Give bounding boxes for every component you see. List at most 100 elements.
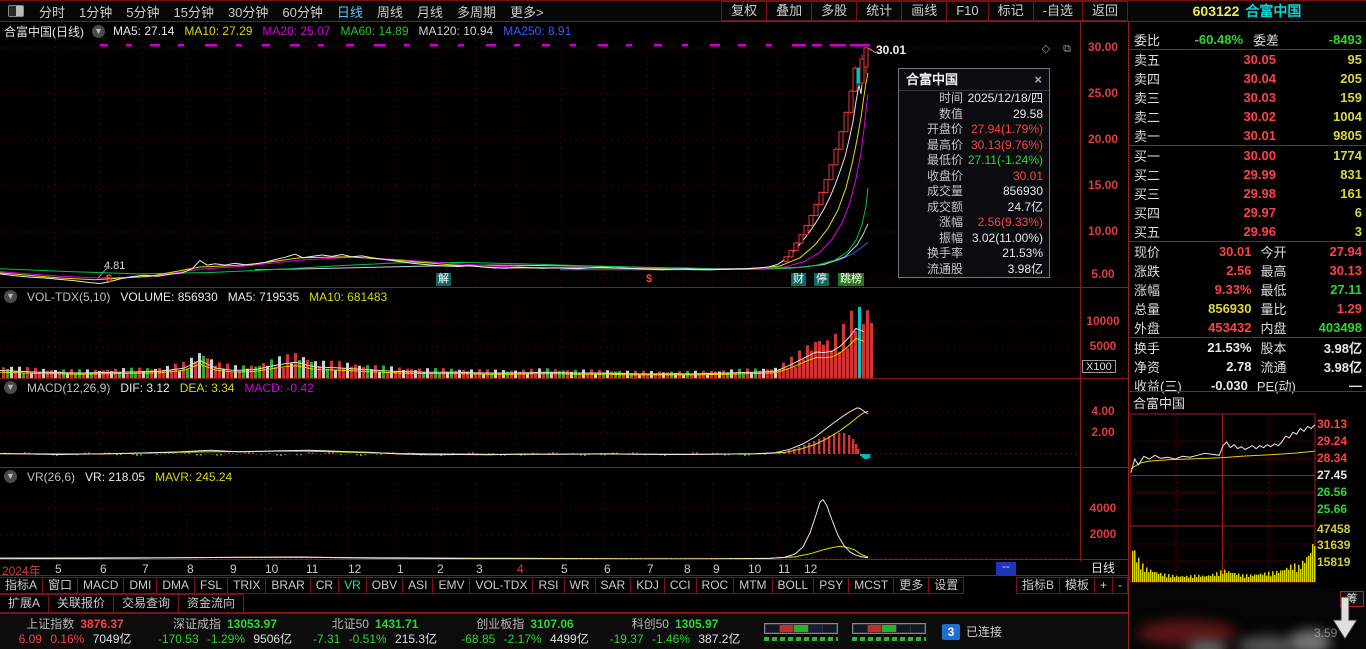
- macd-chart[interactable]: [0, 395, 1128, 468]
- indicator-tab[interactable]: EMV: [432, 577, 471, 594]
- bid-row[interactable]: 买二 29.99 831: [1129, 165, 1366, 184]
- connection-badge[interactable]: 3: [942, 623, 960, 640]
- share-stats: 换手 21.53% 股本 3.98亿 净资 2.78 流通 3.98亿 收益(三…: [1129, 338, 1366, 395]
- indicator-tab[interactable]: RSI: [532, 577, 565, 594]
- indicator-tab[interactable]: PSY: [813, 577, 850, 594]
- indicator-tab-right[interactable]: 模板: [1058, 577, 1095, 594]
- chart-corner-icons[interactable]: ◇ ⧉: [1042, 42, 1076, 56]
- window-toggle-icon[interactable]: [8, 5, 24, 17]
- indicator-tab[interactable]: VOL-TDX: [469, 577, 534, 594]
- bid-row[interactable]: 买三 29.98 161: [1129, 184, 1366, 203]
- index-quote[interactable]: 创业板指 3107.06 -68.85 -2.17% 4499亿: [450, 617, 600, 647]
- indicator-tab[interactable]: KDJ: [630, 577, 665, 594]
- indicator-tab[interactable]: OBV: [365, 577, 404, 594]
- ask-row[interactable]: 卖三 30.03 159: [1129, 88, 1366, 107]
- close-icon[interactable]: ×: [1034, 69, 1042, 90]
- event-marker[interactable]: 财: [791, 273, 806, 286]
- period-menu-item[interactable]: 周线: [370, 2, 410, 21]
- chevron-down-icon[interactable]: ▼: [4, 381, 17, 394]
- extension-tab[interactable]: 扩展A: [0, 594, 50, 613]
- indicator-tab[interactable]: FSL: [194, 577, 229, 594]
- bid-row[interactable]: 买五 29.96 3: [1129, 222, 1366, 241]
- stat-label-2: 最低: [1260, 283, 1287, 298]
- indicator-tab-right[interactable]: +: [1093, 577, 1113, 594]
- period-menu-item[interactable]: 60分钟: [275, 2, 329, 21]
- indicator-tab[interactable]: VR: [338, 577, 367, 594]
- indicator-tab[interactable]: 窗口: [42, 577, 79, 594]
- date-axis[interactable]: 2024年 5 6 7 8 9 10 11 12 1 2 3 4 5 6 7 8 9 10 11 12 --: [0, 561, 1128, 578]
- period-menu-item[interactable]: 月线: [410, 2, 450, 21]
- tool-menu-item[interactable]: 复权: [721, 1, 768, 21]
- popup-row-label: 最高价: [926, 137, 963, 152]
- indicator-tab[interactable]: 更多: [893, 577, 930, 594]
- indicator-tab-right[interactable]: 指标B: [1015, 577, 1060, 594]
- index-quote[interactable]: 深证成指 13053.97 -170.53 -1.29% 9506亿: [150, 617, 300, 647]
- indicator-tab[interactable]: 指标A: [0, 577, 44, 594]
- indicator-tab[interactable]: SAR: [594, 577, 632, 594]
- period-menu-item[interactable]: 15分钟: [166, 2, 220, 21]
- event-marker[interactable]: $: [106, 273, 112, 286]
- tool-menu-item[interactable]: F10: [946, 1, 989, 21]
- tool-menu-item[interactable]: 叠加: [766, 1, 813, 21]
- extension-tab[interactable]: 交易查询: [113, 594, 180, 613]
- indicator-tab[interactable]: ROC: [695, 577, 735, 594]
- ask-row[interactable]: 卖一 30.01 9805: [1129, 126, 1366, 145]
- index-quote[interactable]: 北证50 1431.71 -7.31 -0.51% 215.3亿: [300, 617, 450, 647]
- chevron-down-icon[interactable]: ▼: [4, 470, 17, 483]
- extension-tab[interactable]: 资金流向: [178, 594, 245, 613]
- event-marker[interactable]: 停: [814, 273, 829, 286]
- indicator-tab[interactable]: BRAR: [265, 577, 311, 594]
- tool-menu-item[interactable]: 返回: [1081, 1, 1128, 21]
- indicator-tab[interactable]: BOLL: [771, 577, 815, 594]
- date-axis-label: 6: [100, 562, 107, 576]
- event-marker[interactable]: 解: [436, 273, 451, 286]
- indicator-tab[interactable]: MTM: [733, 577, 773, 594]
- period-menu-item[interactable]: 5分钟: [119, 2, 166, 21]
- period-menu-item[interactable]: 分时: [32, 2, 72, 21]
- extension-tab[interactable]: 关联报价: [48, 594, 115, 613]
- indicator-tab[interactable]: 设置: [928, 577, 965, 594]
- indicator-tab[interactable]: ASI: [402, 577, 434, 594]
- event-marker[interactable]: 跳榜: [838, 273, 864, 286]
- indicator-tab[interactable]: MCST: [848, 577, 895, 594]
- date-axis-label: 6: [604, 562, 611, 576]
- tool-menu-item[interactable]: 统计: [856, 1, 903, 21]
- period-menu-item[interactable]: 日线: [330, 2, 370, 21]
- bid-row[interactable]: 买一 30.00 1774: [1129, 146, 1366, 165]
- tool-menu-item[interactable]: 多股: [811, 1, 858, 21]
- main-candle-chart[interactable]: ◇ ⧉ 30.01 4.81 $ 解 $ 财停跳榜 合富中国 × 时间 2025/12…: [0, 40, 1128, 288]
- ask-row[interactable]: 卖五 30.05 95: [1129, 50, 1366, 69]
- tool-menu-item[interactable]: 画线: [901, 1, 948, 21]
- indicator-tab[interactable]: TRIX: [227, 577, 267, 594]
- indicator-tab-right[interactable]: -: [1112, 577, 1128, 594]
- popup-row: 最高价 30.13(9.76%): [899, 138, 1049, 154]
- stat-value: 9.33%: [1214, 282, 1252, 297]
- ask-row[interactable]: 卖四 30.04 205: [1129, 69, 1366, 88]
- indicator-tab[interactable]: DMI: [123, 577, 158, 594]
- bid-price: 29.96: [1243, 224, 1276, 239]
- chevron-down-icon[interactable]: ▼: [4, 290, 17, 303]
- indicator-tab[interactable]: MACD: [77, 577, 125, 594]
- ask-volume: 205: [1340, 71, 1362, 86]
- index-amount: 4499亿: [550, 631, 589, 646]
- ask-row[interactable]: 卖二 30.02 1004: [1129, 107, 1366, 126]
- indicator-tab[interactable]: WR: [563, 577, 596, 594]
- chevron-down-icon[interactable]: ▼: [92, 24, 105, 38]
- tool-menu-item[interactable]: 标记: [987, 1, 1034, 21]
- heat-segment: [822, 624, 837, 632]
- index-quote[interactable]: 上证指数 3876.37 6.09 0.16% 7049亿: [0, 617, 150, 647]
- volume-chart[interactable]: [0, 304, 1128, 379]
- indicator-tab[interactable]: DMA: [156, 577, 196, 594]
- indicator-tab[interactable]: CR: [309, 577, 340, 594]
- period-menu-item[interactable]: 1分钟: [72, 2, 119, 21]
- mini-intraday-chart[interactable]: 合富中国 30.13 29.24 28.34 27.45 26.56 25.66 47458…: [1129, 391, 1366, 598]
- bid-row[interactable]: 买四 29.97 6: [1129, 203, 1366, 222]
- period-menu-item[interactable]: 更多>: [503, 2, 551, 21]
- period-menu-item[interactable]: 30分钟: [221, 2, 275, 21]
- tool-menu-item[interactable]: -自选: [1032, 1, 1083, 21]
- indicator-tab[interactable]: CCI: [663, 577, 697, 594]
- index-quote[interactable]: 科创50 1305.97 -19.37 -1.46% 387.2亿: [600, 617, 750, 647]
- event-marker[interactable]: $: [646, 273, 652, 286]
- period-menu-item[interactable]: 多周期: [450, 2, 503, 21]
- vr-chart[interactable]: [0, 484, 1128, 560]
